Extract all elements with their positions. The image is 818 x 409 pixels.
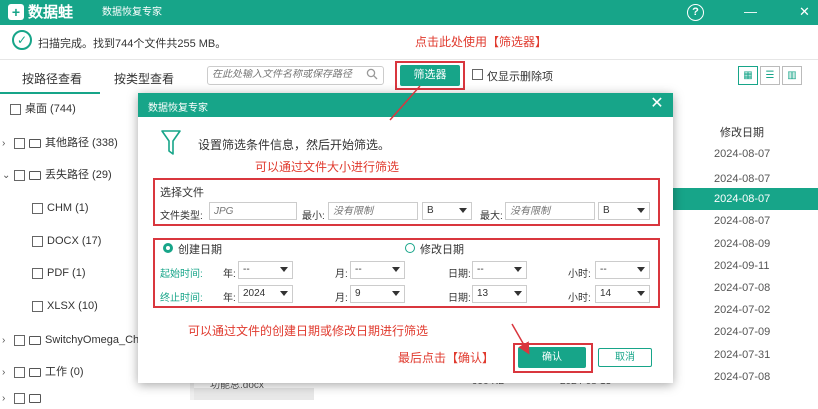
confirm-arrow xyxy=(511,323,530,355)
annotation-arrows xyxy=(389,85,530,355)
filter-arrow xyxy=(389,85,421,121)
